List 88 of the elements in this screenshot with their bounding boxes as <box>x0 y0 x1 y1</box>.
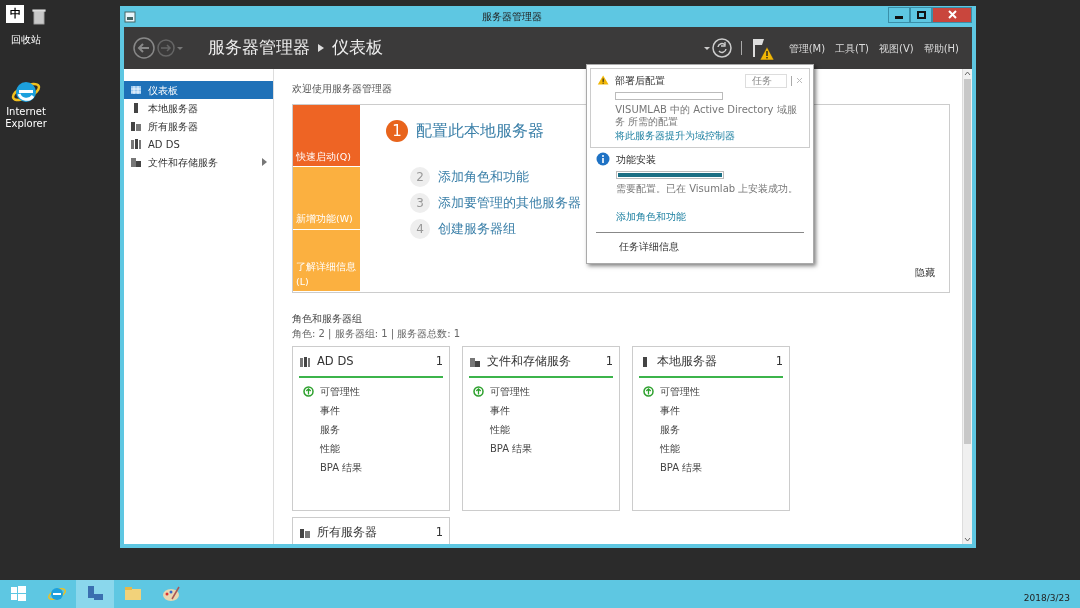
forward-button[interactable] <box>156 38 176 58</box>
status-ok-icon <box>473 386 484 398</box>
sidebar-item[interactable]: 文件和存储服务 <box>124 153 273 171</box>
step-number: 3 <box>410 193 430 213</box>
count-label: 1 <box>605 353 613 370</box>
card-row[interactable]: BPA 结果 <box>639 458 783 478</box>
server-manager-icon[interactable] <box>76 580 114 608</box>
notification-message: VISUMLAB 中的 Active Directory 域服务 所需的配置 <box>615 104 798 128</box>
close-button[interactable] <box>932 6 972 23</box>
menu-item[interactable]: 工具(T) <box>830 40 874 56</box>
card-row[interactable]: 事件 <box>299 401 443 421</box>
role-card[interactable]: 文件和存储服务 1 可管理性 事件 性能 BPA 结果 <box>462 346 620 511</box>
notification-link[interactable]: 将此服务器提升为域控制器 <box>615 128 803 143</box>
menu-item[interactable]: 帮助(H) <box>918 40 964 56</box>
expand-arrow-icon[interactable] <box>262 158 267 166</box>
step-link[interactable]: 3 添加要管理的其他服务器 <box>410 193 581 213</box>
notification-message: 需要配置。已在 Visumlab 上安装成功。 <box>616 183 800 195</box>
maximize-button[interactable] <box>910 6 932 23</box>
menu-item[interactable]: 视图(V) <box>874 40 919 56</box>
card-row[interactable]: 事件 <box>469 401 613 421</box>
dropdown-arrow-icon[interactable] <box>702 44 711 52</box>
tasks-dropdown[interactable]: 任务 <box>745 73 787 88</box>
card-row[interactable]: 性能 <box>299 439 443 459</box>
breadcrumb-separator-icon <box>318 44 324 52</box>
app-icon <box>124 10 136 23</box>
count-label: 1 <box>435 353 443 370</box>
refresh-icon[interactable] <box>710 37 733 59</box>
page-title: 仪表板 <box>332 36 383 60</box>
step-number: 4 <box>410 219 430 239</box>
date-label: 2018/3/23 <box>1023 592 1071 606</box>
section-title: 角色和服务器组 <box>292 312 363 326</box>
notification-link[interactable]: 添加角色和功能 <box>616 209 804 224</box>
hide-link[interactable]: 隐藏 <box>915 265 935 280</box>
status-ok-icon <box>643 386 654 398</box>
ime-indicator[interactable]: 中 <box>6 5 24 23</box>
scroll-down-button[interactable] <box>963 535 972 544</box>
card-row[interactable]: BPA 结果 <box>469 439 613 459</box>
paint-palette-icon[interactable] <box>161 584 181 604</box>
step-link[interactable]: 1 配置此本地服务器 <box>386 119 544 143</box>
sidebar-item[interactable]: AD DS <box>124 135 273 153</box>
scroll-up-button[interactable] <box>963 69 972 78</box>
card-title: 所有服务器 <box>317 524 378 541</box>
scrollbar-thumb[interactable] <box>964 79 971 444</box>
step-link[interactable]: 4 创建服务器组 <box>410 219 516 239</box>
card-row[interactable]: 性能 <box>469 420 613 440</box>
servers-icon <box>299 526 311 539</box>
file-server-icon <box>130 156 142 168</box>
card-row[interactable]: 事件 <box>639 401 783 421</box>
task-details-link[interactable]: 任务详细信息 <box>590 237 810 260</box>
desktop-icon-label[interactable]: 回收站 <box>11 34 41 46</box>
back-button[interactable] <box>132 36 156 60</box>
start-icon[interactable] <box>9 584 29 604</box>
card-title: AD DS <box>317 353 355 370</box>
section-title: 欢迎使用服务器管理器 <box>292 82 392 96</box>
maximize-icon[interactable] <box>916 10 926 19</box>
sidebar-item[interactable]: 所有服务器 <box>124 117 273 135</box>
server-rack-icon <box>299 355 311 368</box>
menu-item[interactable]: 管理(M) <box>783 40 831 56</box>
card-row[interactable]: BPA 结果 <box>299 458 443 478</box>
count-label: 1 <box>435 524 443 541</box>
status-ok-icon <box>303 386 314 398</box>
window-title: 服务器管理器 <box>481 10 543 24</box>
file-server-icon <box>469 355 481 368</box>
sidebar-item[interactable]: 仪表板 <box>124 81 273 99</box>
breadcrumb-link[interactable]: 服务器管理器 <box>208 35 310 61</box>
dashboard-icon <box>130 84 142 96</box>
step-number: 2 <box>410 167 430 187</box>
role-card[interactable]: 本地服务器 1 可管理性 事件 服务 性能 BPA 结果 <box>632 346 790 511</box>
notification-title: 部署后配置 <box>615 74 667 88</box>
summary-text: 角色: 2 | 服务器组: 1 | 服务器总数: 1 <box>292 327 462 341</box>
count-label: 1 <box>775 353 783 370</box>
minimize-button[interactable] <box>888 6 910 23</box>
card-row[interactable]: 性能 <box>639 439 783 459</box>
card-row[interactable]: 可管理性 <box>639 382 783 402</box>
role-card[interactable]: AD DS 1 可管理性 事件 服务 性能 BPA 结果 <box>292 346 450 511</box>
card-row[interactable]: 可管理性 <box>469 382 613 402</box>
step-number: 1 <box>386 120 408 142</box>
card-title: 文件和存储服务 <box>487 353 572 370</box>
server-rack-icon <box>130 138 142 150</box>
card-row[interactable]: 服务 <box>639 420 783 440</box>
card-row[interactable]: 服务 <box>299 420 443 440</box>
step-link[interactable]: 2 添加角色和功能 <box>410 167 529 187</box>
sidebar-item[interactable]: 本地服务器 <box>124 99 273 117</box>
notification-title: 功能安装 <box>616 153 657 167</box>
servers-icon <box>130 120 142 132</box>
desktop-icon-label[interactable]: Internet Explorer <box>0 106 56 130</box>
card-row[interactable]: 可管理性 <box>299 382 443 402</box>
card-title: 本地服务器 <box>657 353 718 370</box>
